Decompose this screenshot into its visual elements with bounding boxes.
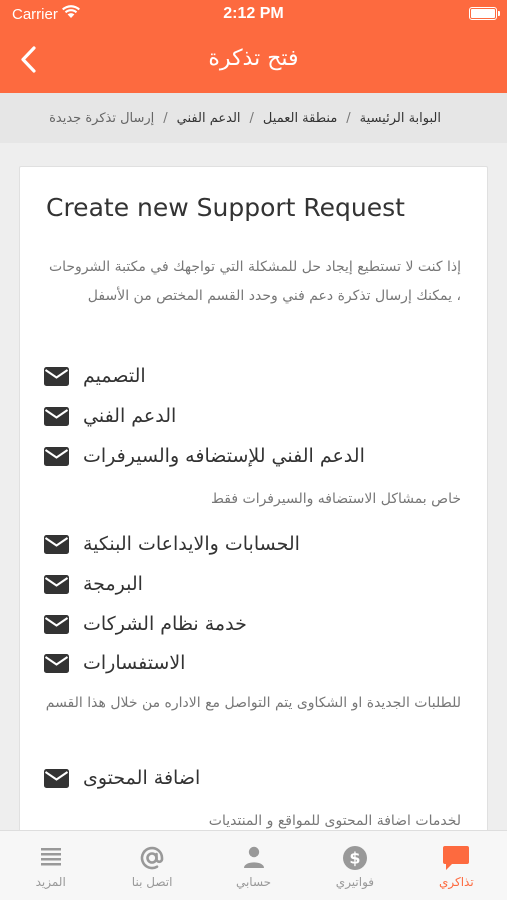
at-sign-icon (140, 846, 164, 870)
tab-contact[interactable]: اتصل بنا (101, 831, 202, 900)
breadcrumb-home[interactable]: البوابة الرئيسية (360, 111, 441, 126)
envelope-icon (44, 768, 69, 788)
battery-icon (469, 7, 500, 20)
envelope-icon (44, 366, 69, 386)
tab-label: فواتيري (335, 875, 375, 889)
department-label: الحسابات والايداعات البنكية (83, 533, 300, 555)
inquiries-description: للطلبات الجديدة او الشكاوى يتم التواصل م… (45, 695, 461, 711)
breadcrumb-current: إرسال تذكرة جديدة (49, 110, 155, 126)
breadcrumb: البوابة الرئيسية / منطقة العميل / الدعم … (0, 93, 507, 143)
tab-label: تذاكري (438, 875, 474, 889)
intro-text: إذا كنت لا تستطيع إيجاد حل للمشكلة التي … (48, 259, 461, 304)
department-label: البرمجة (83, 573, 143, 595)
tab-account[interactable]: حسابي (203, 831, 304, 900)
chat-bubble-icon (443, 846, 470, 870)
department-tech-support[interactable]: الدعم الفني (44, 405, 461, 427)
department-billing[interactable]: الحسابات والايداعات البنكية (44, 533, 461, 555)
breadcrumb-support[interactable]: الدعم الفني (177, 111, 241, 126)
support-request-card: Create new Support Request إذا كنت لا تس… (19, 166, 488, 866)
breadcrumb-separator: / (249, 110, 254, 126)
department-label: الاستفسارات (83, 652, 186, 674)
breadcrumb-separator: / (163, 110, 168, 126)
card-title: Create new Support Request (46, 193, 405, 222)
envelope-icon (44, 406, 69, 426)
tab-label: اتصل بنا (131, 875, 173, 889)
department-content[interactable]: اضافة المحتوى (44, 767, 461, 789)
department-programming[interactable]: البرمجة (44, 573, 461, 595)
page-title: فتح تذكرة (208, 46, 299, 71)
department-label: اضافة المحتوى (83, 767, 201, 789)
tab-tickets[interactable]: تذاكري (406, 831, 507, 900)
user-icon (243, 846, 264, 868)
department-companies[interactable]: خدمة نظام الشركات (44, 613, 461, 635)
envelope-icon (44, 534, 69, 554)
tab-more[interactable]: المزيد (0, 831, 101, 900)
menu-lines-icon (40, 848, 61, 866)
department-label: خدمة نظام الشركات (83, 613, 247, 635)
department-inquiries[interactable]: الاستفسارات (44, 652, 461, 674)
department-label: الدعم الفني (83, 405, 177, 427)
dollar-icon: $ (342, 846, 367, 870)
tab-bar: المزيد اتصل بنا حسابي $ فواتيري تذاكري (0, 830, 507, 900)
tab-label: حسابي (235, 875, 272, 889)
department-label: التصميم (83, 365, 146, 387)
department-hosting[interactable]: الدعم الفني للإستضافه والسيرفرات (44, 445, 461, 467)
hosting-description: خاص بمشاكل الاستضافه والسيرفرات فقط (211, 491, 461, 507)
tab-label: المزيد (35, 875, 66, 889)
breadcrumb-client-area[interactable]: منطقة العميل (263, 111, 337, 126)
tab-invoices[interactable]: $ فواتيري (304, 831, 405, 900)
status-bar: Carrier 2:12 PM (0, 0, 507, 30)
nav-bar: فتح تذكرة (0, 30, 507, 93)
breadcrumb-separator: / (346, 110, 351, 126)
envelope-icon (44, 653, 69, 673)
envelope-icon (44, 614, 69, 634)
department-label: الدعم الفني للإستضافه والسيرفرات (83, 445, 365, 467)
envelope-icon (44, 446, 69, 466)
clock: 2:12 PM (223, 5, 284, 22)
envelope-icon (44, 574, 69, 594)
department-design[interactable]: التصميم (44, 365, 461, 387)
svg-text:$: $ (349, 849, 360, 868)
